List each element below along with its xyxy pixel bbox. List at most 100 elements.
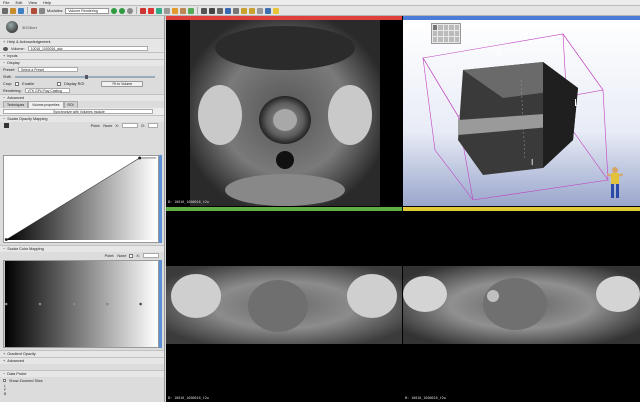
load-data-icon[interactable] xyxy=(2,7,8,14)
display-section-label: Display xyxy=(7,61,20,65)
help-section[interactable]: + Help & Acknowledgement xyxy=(0,38,164,45)
collapse-icon: + xyxy=(3,40,6,44)
dicom-icon[interactable] xyxy=(10,7,16,14)
data-probe-section[interactable]: − Data Probe xyxy=(0,370,164,377)
inputs-section-label: Inputs xyxy=(7,54,18,58)
display-section[interactable]: − Display xyxy=(0,59,164,66)
data-icon[interactable] xyxy=(140,7,147,14)
left-femoral-head xyxy=(198,85,242,145)
green-slice-view[interactable]: B: 10016_1000016_t2w xyxy=(166,211,402,402)
slicer-logo: 3DSlicer xyxy=(0,16,164,38)
history-icon[interactable] xyxy=(127,7,134,14)
show-zoomed-checkbox[interactable] xyxy=(3,379,6,382)
menu-view[interactable]: View xyxy=(28,0,37,5)
module-combo[interactable]: Volume Rendering xyxy=(65,7,110,14)
scalar-color-section[interactable]: − Scalar Color Mapping xyxy=(0,245,164,252)
expand-icon: + xyxy=(3,352,6,356)
color-point-4[interactable] xyxy=(106,302,109,306)
opacity-x-input[interactable] xyxy=(121,123,138,128)
extensions-icon[interactable] xyxy=(257,7,264,14)
menu-file[interactable]: File xyxy=(3,0,9,5)
opacity-point-value: None xyxy=(103,123,113,128)
menu-help[interactable]: Help xyxy=(43,0,51,5)
opacity-point-start[interactable] xyxy=(4,238,8,242)
tab-techniques[interactable]: Techniques xyxy=(3,101,29,108)
back-icon[interactable] xyxy=(111,7,118,14)
opacity-o-input[interactable] xyxy=(148,123,158,128)
color-point-3[interactable] xyxy=(72,302,76,306)
forward-icon[interactable] xyxy=(119,7,126,14)
rendering-row: Rendering: VTK GPU Ray Casting xyxy=(0,87,164,94)
collapse-icon: − xyxy=(3,247,6,251)
menu-edit[interactable]: Edit xyxy=(15,0,22,5)
view-icon[interactable] xyxy=(209,7,216,14)
sync-selector[interactable]: Synchronize with Volumes module xyxy=(3,109,153,114)
save-icon[interactable] xyxy=(18,7,24,14)
toolbar-separator xyxy=(197,7,199,14)
red-slice-view[interactable]: B: 10016_1000016_t2w xyxy=(166,20,402,206)
coronal-mri-image xyxy=(166,266,402,344)
axial-mri-image xyxy=(190,20,380,206)
segment-icon[interactable] xyxy=(188,7,195,14)
python-icon[interactable] xyxy=(265,7,272,14)
3d-view[interactable]: S L I xyxy=(403,20,640,206)
display-roi-checkbox[interactable] xyxy=(57,81,62,86)
sync-row: Synchronize with Volumes module xyxy=(0,108,164,115)
module-list-icon[interactable] xyxy=(39,7,45,14)
screenshot-icon[interactable] xyxy=(225,7,232,14)
modules-icon[interactable] xyxy=(31,7,37,14)
tab-roi[interactable]: ROI xyxy=(63,101,78,108)
volume-rendering xyxy=(422,32,609,201)
color-point-1[interactable] xyxy=(4,302,8,306)
opacity-tool-icon[interactable] xyxy=(4,123,9,128)
color-swatch[interactable] xyxy=(129,253,134,258)
green-view-label: B: 10016_1000016_t2w xyxy=(168,396,209,400)
opacity-transfer-plot[interactable] xyxy=(3,155,159,243)
tab-volume-properties[interactable]: Volume properties xyxy=(28,101,64,108)
color-point-value: None xyxy=(117,253,127,258)
place-icon[interactable] xyxy=(249,7,256,14)
markups-icon[interactable] xyxy=(172,7,179,14)
axial-lower-tissue xyxy=(225,174,345,206)
inputs-section[interactable]: + Inputs xyxy=(0,52,164,59)
opacity-scrollbar[interactable] xyxy=(159,155,162,243)
layout-icon[interactable] xyxy=(201,7,208,14)
mouse-mode-icon[interactable] xyxy=(241,7,248,14)
probe-line-b: B xyxy=(4,392,7,396)
expand-icon: + xyxy=(3,54,6,58)
window-level-icon[interactable] xyxy=(233,7,240,14)
advanced-section[interactable]: − Advanced xyxy=(0,94,164,101)
sagittal-bright-spot xyxy=(487,290,499,302)
axis-label-l: L xyxy=(574,98,580,109)
editor-icon[interactable] xyxy=(180,7,187,14)
opacity-point-end[interactable] xyxy=(138,156,142,160)
coronal-left-bone xyxy=(171,274,221,318)
transforms-icon[interactable] xyxy=(164,7,171,14)
opacity-x-label: X: xyxy=(115,123,119,128)
shift-slider[interactable] xyxy=(14,74,155,79)
shift-slider-handle[interactable] xyxy=(84,74,88,79)
crosshair-icon[interactable] xyxy=(217,7,224,14)
advanced2-section[interactable]: + Advanced xyxy=(0,357,164,364)
preset-selector[interactable]: Select a Preset xyxy=(18,67,79,72)
preset-label: Preset: xyxy=(3,67,16,72)
color-point-2[interactable] xyxy=(38,302,42,306)
color-point-5[interactable] xyxy=(139,302,142,306)
color-x-input[interactable] xyxy=(143,253,159,258)
color-scrollbar[interactable] xyxy=(159,260,162,348)
enable-checkbox[interactable] xyxy=(15,81,20,86)
eye-icon[interactable] xyxy=(3,46,8,51)
color-point-row: Point: None X: xyxy=(0,252,164,259)
roi-box-bottom xyxy=(472,179,609,201)
volumes-icon[interactable] xyxy=(148,7,155,14)
module-selector[interactable]: Modules: Volume Rendering xyxy=(47,7,110,14)
volume-selector[interactable]: 10016_1000016_adc xyxy=(27,46,148,51)
fit-to-volume-button[interactable]: Fit to Volume xyxy=(101,80,144,87)
scalar-opacity-section[interactable]: − Scalar Opacity Mapping xyxy=(0,115,164,122)
color-transfer-plot[interactable] xyxy=(3,260,159,348)
models-icon[interactable] xyxy=(156,7,163,14)
gradient-opacity-section[interactable]: + Gradient Opacity xyxy=(0,350,164,357)
rendering-selector[interactable]: VTK GPU Ray Casting xyxy=(24,88,70,93)
yellow-slice-view[interactable]: B: 10016_1000016_t2w xyxy=(403,211,640,402)
python-console-icon[interactable] xyxy=(273,7,280,14)
